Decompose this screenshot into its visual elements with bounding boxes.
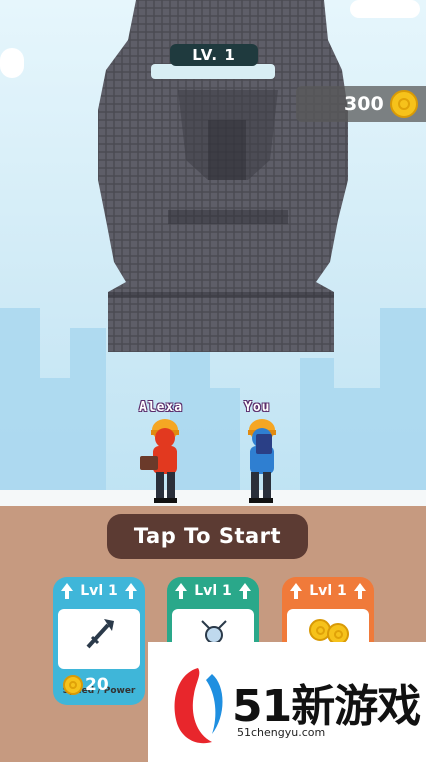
cloud [350,0,420,18]
city-skyline [300,358,334,498]
city-skyline [70,328,106,498]
player-name-alexa: Alexa [139,400,184,415]
city-skyline [334,388,380,498]
city-skyline [0,308,40,498]
upgrade-cost: 20 [85,675,109,695]
hammer-icon [86,619,114,649]
city-skyline [380,308,426,498]
upgrade-card-speed-power[interactable]: Lvl 1 Speed / Power 20 [53,577,145,705]
ground [0,490,426,506]
city-skyline [40,378,70,498]
player-you [248,419,276,503]
watermark-logo-icon [174,668,223,744]
watermark-brand: 51新游戏 [232,681,421,732]
coin-count: 300 [344,93,384,115]
watermark-url: 51chengyu.com [237,726,326,739]
level-label: LV. 1 [170,44,258,66]
level-progress-bar [151,64,275,79]
coin-icon [63,675,83,695]
coin-icon [390,90,418,118]
city-skyline [210,388,240,498]
tap-to-start-button[interactable]: Tap To Start [107,514,308,559]
cloud [0,48,24,78]
player-name-you: You [244,400,271,415]
player-alexa [140,419,179,503]
